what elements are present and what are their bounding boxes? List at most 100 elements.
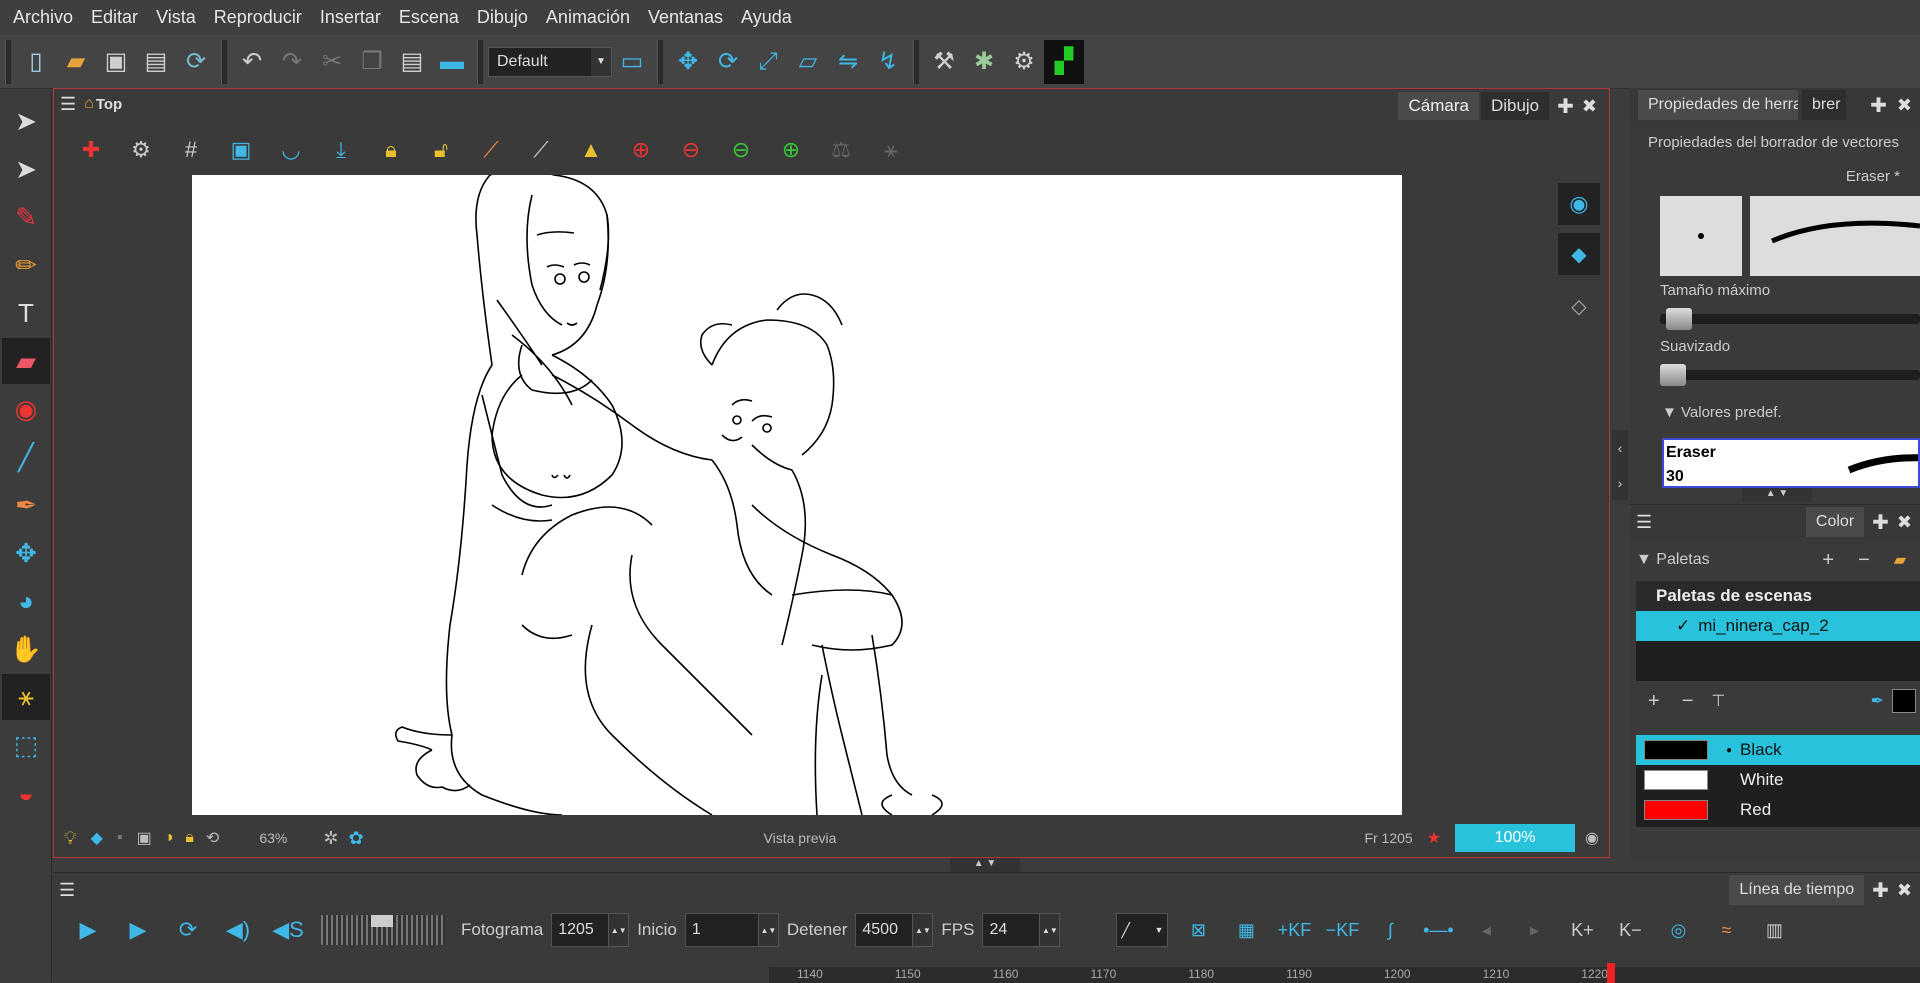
pivot-icon[interactable]: ✥ bbox=[2, 530, 50, 576]
cut-icon[interactable]: ✂ bbox=[312, 40, 352, 84]
new-scene-icon[interactable]: ▯ bbox=[16, 40, 56, 84]
remove-keyframe-icon[interactable]: −KF bbox=[1318, 920, 1366, 941]
menu-animacion[interactable]: Animación bbox=[537, 7, 639, 28]
drawing-canvas[interactable] bbox=[192, 175, 1402, 815]
skew-icon[interactable]: ▱ bbox=[788, 40, 828, 84]
add-color-icon[interactable]: + bbox=[1648, 690, 1660, 713]
show-camera-icon[interactable]: ▣ bbox=[216, 127, 266, 173]
slider-handle[interactable] bbox=[1666, 308, 1692, 330]
menu-escena[interactable]: Escena bbox=[390, 7, 468, 28]
workspace-manager-icon[interactable]: ▭ bbox=[612, 40, 652, 84]
presets-toggle[interactable]: ▼ Valores predef. bbox=[1662, 404, 1782, 421]
tab-color[interactable]: Color bbox=[1805, 507, 1865, 537]
onion-skin-timeline-icon[interactable]: ◎ bbox=[1654, 920, 1702, 941]
tab-library[interactable]: brer bbox=[1802, 90, 1846, 120]
dropper-icon[interactable]: ✒ bbox=[2, 482, 50, 528]
reset-view-icon[interactable]: ⟲ bbox=[206, 828, 219, 848]
add-drawing-key-icon[interactable]: ▦ bbox=[1222, 920, 1270, 941]
transform-icon[interactable]: ✥ bbox=[668, 40, 708, 84]
spline-offset-icon[interactable]: ↯ bbox=[868, 40, 908, 84]
smoothing-slider[interactable] bbox=[1660, 364, 1920, 386]
stepper-icon[interactable]: ▲▼ bbox=[608, 914, 629, 946]
paste-icon[interactable]: ▤ bbox=[392, 40, 432, 84]
frame-icon[interactable]: ▣ bbox=[137, 828, 152, 848]
motion-path-icon[interactable]: ∫ bbox=[1366, 920, 1414, 941]
palette-item[interactable]: ✓ mi_ninera_cap_2 bbox=[1636, 611, 1920, 641]
opacity-field[interactable]: 100% bbox=[1455, 824, 1576, 852]
copy-icon[interactable]: ❐ bbox=[352, 40, 392, 84]
select-arrow-icon[interactable]: ➤ bbox=[2, 98, 50, 144]
transform-box-icon[interactable]: ⬚ bbox=[2, 722, 50, 768]
timeline-ruler[interactable]: 1140 1150 1160 1170 1180 1190 1200 1210 … bbox=[769, 967, 1920, 983]
eye-icon[interactable]: ◉ bbox=[1558, 183, 1600, 225]
rotate-icon[interactable]: ⟳ bbox=[708, 40, 748, 84]
play-selection-icon[interactable]: ▶ bbox=[113, 917, 163, 943]
layer-outline-icon[interactable]: ◇ bbox=[1558, 285, 1600, 327]
stepper-icon[interactable]: ▲▼ bbox=[912, 914, 933, 946]
menu-icon[interactable]: ☰ bbox=[60, 94, 76, 115]
open-folder-icon[interactable]: ▰ bbox=[56, 40, 96, 84]
speed-slider[interactable] bbox=[321, 915, 445, 945]
preview-eye-icon[interactable]: ◉ bbox=[1585, 828, 1599, 848]
swatch-row[interactable]: White bbox=[1636, 765, 1920, 795]
folder-icon[interactable]: ▰ bbox=[1894, 550, 1906, 570]
onion-icon[interactable]: ◒ bbox=[2, 770, 50, 816]
eraser-icon[interactable]: ▰ bbox=[2, 338, 50, 384]
play-icon[interactable]: ▶ bbox=[63, 917, 113, 943]
menu-reproducir[interactable]: Reproducir bbox=[205, 7, 311, 28]
save-icon[interactable]: ▣ bbox=[96, 40, 136, 84]
add-icon[interactable]: ✚ bbox=[1872, 878, 1889, 903]
menu-dibujo[interactable]: Dibujo bbox=[468, 7, 537, 28]
slider-handle[interactable] bbox=[371, 915, 393, 927]
grid-icon[interactable]: # bbox=[166, 127, 216, 173]
rigging-tool-icon[interactable]: ⚒ bbox=[924, 40, 964, 84]
menu-ayuda[interactable]: Ayuda bbox=[732, 7, 801, 28]
render-settings-icon[interactable]: ✲ bbox=[323, 828, 338, 849]
palettes-toggle[interactable]: ▼ Paletas bbox=[1636, 551, 1710, 569]
remove-layer-icon[interactable]: ⊖ bbox=[666, 127, 716, 173]
add-icon[interactable]: ✚ bbox=[1557, 94, 1574, 119]
ease-icon[interactable]: ≈ bbox=[1702, 920, 1750, 941]
dropper-icon[interactable]: ✒ bbox=[1871, 691, 1884, 711]
remove-color-icon[interactable]: − bbox=[1682, 690, 1694, 713]
playhead[interactable] bbox=[1607, 963, 1615, 983]
library-icon[interactable]: ▬ bbox=[432, 40, 472, 84]
clear-keyframe-icon[interactable]: ⊠ bbox=[1174, 920, 1222, 941]
tab-dibujo[interactable]: Dibujo bbox=[1480, 92, 1550, 120]
menu-vista[interactable]: Vista bbox=[147, 7, 205, 28]
current-color-swatch[interactable] bbox=[1892, 689, 1916, 713]
add-icon[interactable]: ✚ bbox=[1870, 93, 1887, 118]
breadcrumb[interactable]: Top bbox=[96, 96, 122, 113]
zoom-level[interactable]: 63% bbox=[259, 830, 287, 846]
swatch-row[interactable]: ● Black bbox=[1636, 735, 1920, 765]
settings-icon[interactable]: ⚙ bbox=[116, 127, 166, 173]
peg-icon[interactable]: ▞ bbox=[1044, 39, 1084, 84]
add-keyframe-icon[interactable]: +KF bbox=[1270, 920, 1318, 941]
import-image-icon[interactable]: ⟳ bbox=[176, 40, 216, 84]
add-icon[interactable]: ✚ bbox=[1872, 510, 1889, 535]
preview-render-icon[interactable]: ✿ bbox=[348, 828, 363, 849]
lock-icon[interactable]: 🔒︎ bbox=[366, 127, 416, 173]
frame-field[interactable]: 1205 ▲▼ bbox=[551, 913, 630, 947]
remove-palette-icon[interactable]: − bbox=[1858, 549, 1870, 572]
mirror-icon[interactable]: ⚖ bbox=[816, 127, 866, 173]
menu-icon[interactable]: ☰ bbox=[59, 880, 75, 901]
add-key-minus-icon[interactable]: K− bbox=[1606, 920, 1654, 941]
tab-timeline[interactable]: Línea de tiempo bbox=[1729, 875, 1865, 905]
sound-scrub-icon[interactable]: ◀S bbox=[263, 917, 313, 943]
menu-editar[interactable]: Editar bbox=[82, 7, 147, 28]
save-as-icon[interactable]: ▤ bbox=[136, 40, 176, 84]
add-layer-above-icon[interactable]: ⊕ bbox=[616, 127, 666, 173]
menu-icon[interactable]: ☰ bbox=[1636, 512, 1652, 533]
splitter-handle[interactable]: ▲ ▼ bbox=[950, 858, 1020, 872]
panel-splitter[interactable]: ▲ ▼ bbox=[1742, 488, 1812, 502]
add-key-plus-icon[interactable]: K+ bbox=[1558, 920, 1606, 941]
stepper-icon[interactable]: ▲▼ bbox=[757, 914, 778, 946]
layer-icon[interactable]: ◆ bbox=[91, 828, 103, 848]
menu-insertar[interactable]: Insertar bbox=[311, 7, 390, 28]
animate-icon[interactable]: ⚹ bbox=[2, 674, 50, 720]
add-layer-below-icon[interactable]: ⊕ bbox=[766, 127, 816, 173]
slider-handle[interactable] bbox=[1660, 364, 1686, 386]
close-icon[interactable]: ✖ bbox=[1897, 95, 1912, 116]
sound-icon[interactable]: ◀) bbox=[213, 917, 263, 943]
